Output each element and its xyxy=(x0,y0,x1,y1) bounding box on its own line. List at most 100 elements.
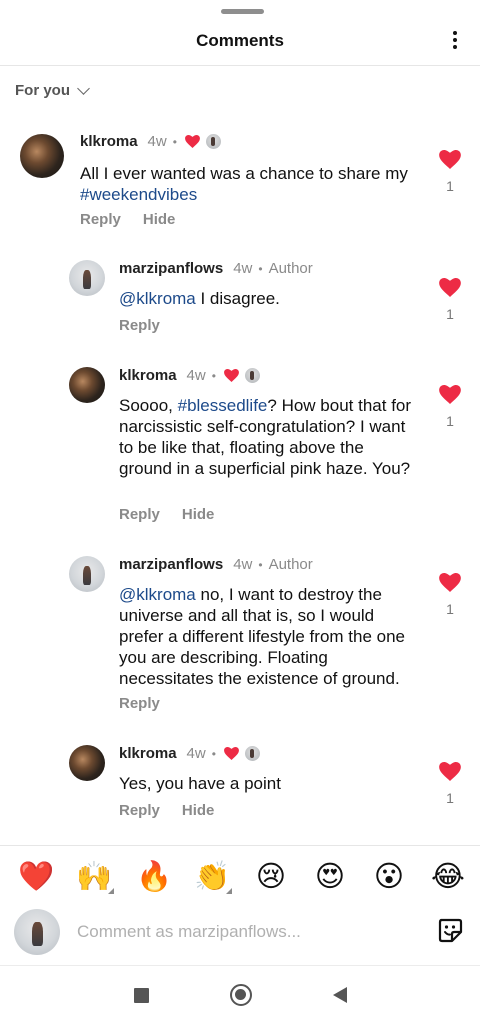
comment-header: marzipanflows 4w • Author xyxy=(119,260,313,277)
crying-face-emoji: 😢 xyxy=(255,859,287,893)
author-badge: Author xyxy=(268,556,313,573)
reply-button[interactable]: Reply xyxy=(119,317,160,334)
hide-button[interactable]: Hide xyxy=(182,802,215,819)
surprised-face-emoji: 😮 xyxy=(373,859,405,893)
timestamp: 4w xyxy=(186,367,206,384)
system-nav-bar xyxy=(0,965,480,1024)
like-count: 1 xyxy=(446,306,454,322)
heart-icon xyxy=(439,573,461,592)
comment-header: klkroma 4w • xyxy=(119,367,260,384)
comment-body: Soooo, xyxy=(119,396,178,415)
author-liked-heart-icon xyxy=(224,747,239,760)
comment-body: Yes, you have a point xyxy=(119,774,281,793)
reaction-red-heart[interactable]: ❤️ xyxy=(18,858,54,894)
hide-button[interactable]: Hide xyxy=(143,211,176,228)
timestamp: 4w xyxy=(186,745,206,762)
hide-button[interactable]: Hide xyxy=(182,506,215,523)
drag-handle[interactable] xyxy=(221,9,264,14)
comment-actions: Reply Hide xyxy=(119,506,214,523)
clapping-hands-emoji: 👏 xyxy=(194,859,231,893)
skin-tone-indicator xyxy=(108,888,114,894)
separator-dot: • xyxy=(211,746,216,761)
avatar[interactable] xyxy=(69,260,105,296)
sticker-icon[interactable] xyxy=(436,916,464,944)
reply-button[interactable]: Reply xyxy=(80,211,121,228)
separator-dot: • xyxy=(258,557,263,572)
reaction-laughing[interactable]: 😂 xyxy=(430,858,466,894)
like-count: 1 xyxy=(446,601,454,617)
avatar[interactable] xyxy=(20,134,64,178)
mention-link[interactable]: @klkroma xyxy=(119,585,196,604)
laughing-face-emoji: 😂 xyxy=(431,859,465,893)
timestamp: 4w xyxy=(147,133,167,150)
reaction-clapping-hands[interactable]: 👏 xyxy=(194,858,232,894)
recent-apps-icon[interactable] xyxy=(134,988,149,1003)
author-avatar-mini xyxy=(205,134,221,149)
avatar[interactable] xyxy=(69,745,105,781)
like-count: 1 xyxy=(446,413,454,429)
separator-dot: • xyxy=(258,261,263,276)
timestamp: 4w xyxy=(233,556,253,573)
reaction-fire[interactable]: 🔥 xyxy=(136,858,172,894)
comment-text: All I ever wanted was a chance to share … xyxy=(80,163,425,205)
username[interactable]: klkroma xyxy=(119,745,177,762)
hashtag-link[interactable]: #weekendvibes xyxy=(80,185,197,204)
hashtag-link[interactable]: #blessedlife xyxy=(178,396,268,415)
comment-body: All I ever wanted was a chance to share … xyxy=(80,164,408,183)
back-icon[interactable] xyxy=(333,987,347,1003)
comment-text: @klkroma no, I want to destroy the unive… xyxy=(119,584,419,689)
like-button[interactable]: 1 xyxy=(438,278,462,322)
more-options-icon[interactable] xyxy=(447,28,463,52)
comment-body: I disagree. xyxy=(195,289,280,308)
comment-header: klkroma 4w • xyxy=(80,133,221,150)
comment-text: Soooo, #blessedlife? How bout that for n… xyxy=(119,395,419,479)
heart-eyes-emoji: 😍 xyxy=(314,859,346,893)
separator-dot: • xyxy=(172,134,177,149)
avatar[interactable] xyxy=(69,556,105,592)
reaction-heart-eyes[interactable]: 😍 xyxy=(312,858,348,894)
separator-dot: • xyxy=(211,368,216,383)
author-avatar-mini xyxy=(244,746,260,761)
filter-label: For you xyxy=(15,82,70,99)
raising-hands-emoji: 🙌 xyxy=(76,859,113,893)
comment-actions: Reply xyxy=(119,695,160,712)
filter-dropdown[interactable]: For you xyxy=(15,81,90,99)
like-button[interactable]: 1 xyxy=(438,385,462,429)
author-badge: Author xyxy=(268,260,313,277)
like-count: 1 xyxy=(446,178,454,194)
username[interactable]: marzipanflows xyxy=(119,556,223,573)
reply-button[interactable]: Reply xyxy=(119,802,160,819)
header-divider xyxy=(0,65,480,66)
red-heart-emoji: ❤️ xyxy=(18,859,55,893)
author-liked-heart-icon xyxy=(224,369,239,382)
like-button[interactable]: 1 xyxy=(438,762,462,806)
username[interactable]: marzipanflows xyxy=(119,260,223,277)
heart-icon xyxy=(439,278,461,297)
username[interactable]: klkroma xyxy=(119,367,177,384)
username[interactable]: klkroma xyxy=(80,133,138,150)
timestamp: 4w xyxy=(233,260,253,277)
comment-composer xyxy=(0,905,480,965)
fire-emoji: 🔥 xyxy=(136,859,173,893)
like-button[interactable]: 1 xyxy=(438,150,462,194)
like-button[interactable]: 1 xyxy=(438,573,462,617)
reaction-raising-hands[interactable]: 🙌 xyxy=(76,858,114,894)
avatar xyxy=(14,909,60,955)
skin-tone-indicator xyxy=(226,888,232,894)
reply-button[interactable]: Reply xyxy=(119,695,160,712)
page-title: Comments xyxy=(196,31,284,50)
heart-icon xyxy=(439,385,461,404)
comment-input[interactable] xyxy=(77,917,417,947)
reaction-crying-face[interactable]: 😢 xyxy=(253,858,289,894)
comment-header: marzipanflows 4w • Author xyxy=(119,556,313,573)
reaction-surprised[interactable]: 😮 xyxy=(371,858,407,894)
home-icon[interactable] xyxy=(230,984,252,1006)
mention-link[interactable]: @klkroma xyxy=(119,289,196,308)
comment-actions: Reply Hide xyxy=(80,211,175,228)
comment-text: Yes, you have a point xyxy=(119,773,419,794)
avatar[interactable] xyxy=(69,367,105,403)
quick-reaction-bar: ❤️ 🙌 🔥 👏 😢 😍 😮 😂 xyxy=(0,845,480,905)
reply-button[interactable]: Reply xyxy=(119,506,160,523)
author-avatar-mini xyxy=(244,368,260,383)
comment-header: klkroma 4w • xyxy=(119,745,260,762)
